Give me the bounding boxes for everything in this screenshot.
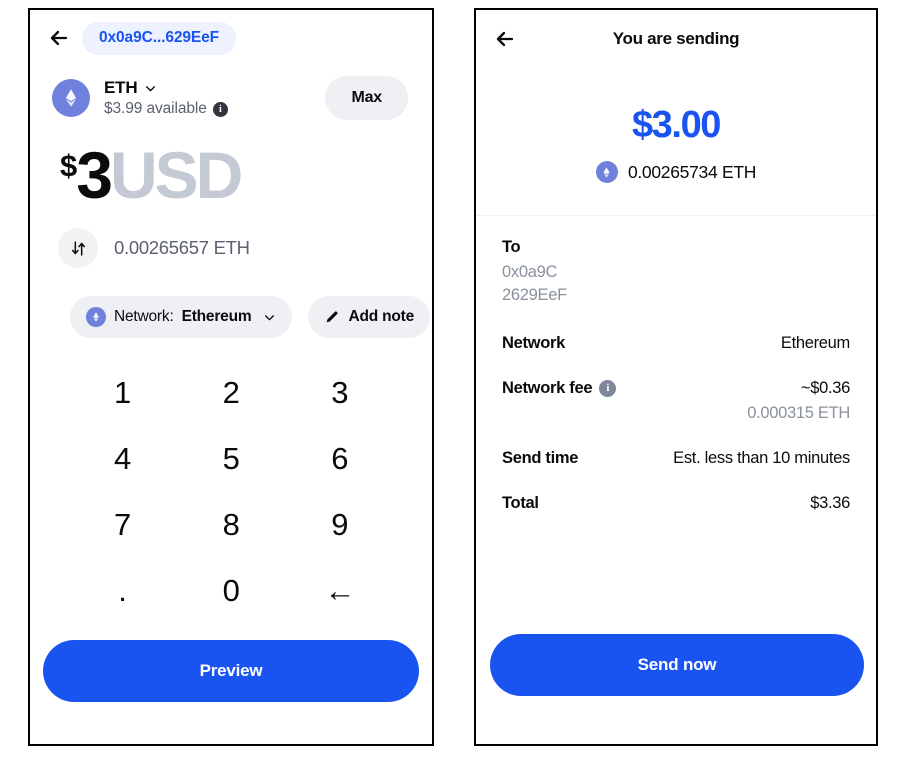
detail-label: Network xyxy=(502,333,565,352)
max-button[interactable]: Max xyxy=(325,76,408,120)
confirm-amount-crypto: 0.00265734 ETH xyxy=(627,161,757,182)
detail-value: $3.36 xyxy=(810,493,850,512)
crypto-equivalent-amount: 0.00265657 ETH xyxy=(114,237,250,258)
detail-row-network-fee: Network fee i ~$0.36 0.000315 ETH xyxy=(502,379,850,423)
key-0[interactable]: 0 xyxy=(177,558,286,624)
add-note-chip[interactable]: Add note xyxy=(308,296,431,338)
network-selector-chip[interactable]: Network: Ethereum xyxy=(70,296,293,338)
detail-row-total: Total $3.36 xyxy=(502,494,850,513)
key-backspace[interactable]: ← xyxy=(285,558,394,624)
detail-label: Send time xyxy=(502,448,579,467)
key-5[interactable]: 5 xyxy=(177,426,286,492)
ethereum-token-icon xyxy=(52,79,90,117)
info-icon[interactable]: i xyxy=(212,101,228,117)
chevron-down-icon xyxy=(265,314,275,320)
asset-info[interactable]: ETH $3.99 available i xyxy=(104,78,325,118)
asset-selector-row: ETH $3.99 available i Max xyxy=(30,66,432,120)
send-confirmation-screen: You are sending $3.00 0.00265734 ETH To xyxy=(474,8,878,746)
ethereum-token-icon xyxy=(86,307,106,327)
preview-button[interactable]: Preview xyxy=(43,640,419,702)
key-decimal[interactable]: . xyxy=(68,558,177,624)
screenshot-stage: 0x0a9C...629EeF ETH $3.99 available i Ma… xyxy=(0,0,904,766)
pencil-icon xyxy=(327,311,339,323)
amount-display[interactable]: $ 3 USD xyxy=(30,120,432,208)
detail-value: Est. less than 10 minutes xyxy=(673,448,850,467)
back-arrow-icon[interactable] xyxy=(36,26,82,50)
key-8[interactable]: 8 xyxy=(177,492,286,558)
detail-label: To xyxy=(502,238,521,256)
detail-sub-value: 0.000315 ETH xyxy=(747,403,850,422)
crypto-equivalent-row: 0.00265657 ETH xyxy=(30,208,432,268)
amount-currency-unit: USD xyxy=(109,138,243,212)
available-balance: $3.99 available xyxy=(104,100,207,117)
add-note-label: Add note xyxy=(348,308,415,325)
detail-row-send-time: Send time Est. less than 10 minutes xyxy=(502,449,850,468)
key-6[interactable]: 6 xyxy=(285,426,394,492)
asset-symbol-row[interactable]: ETH xyxy=(104,78,325,98)
key-1[interactable]: 1 xyxy=(68,360,177,426)
amount-currency-symbol: $ xyxy=(60,148,77,183)
key-4[interactable]: 4 xyxy=(68,426,177,492)
swap-vertical-icon[interactable] xyxy=(58,228,98,268)
send-screen-header: 0x0a9C...629EeF xyxy=(30,10,432,66)
detail-row-network: Network Ethereum xyxy=(502,334,850,353)
send-now-button[interactable]: Send now xyxy=(490,634,864,696)
send-amount-screen: 0x0a9C...629EeF ETH $3.99 available i Ma… xyxy=(28,8,434,746)
detail-value: Ethereum xyxy=(780,333,850,352)
ethereum-token-icon xyxy=(595,161,618,183)
options-chip-row: Network: Ethereum Add note xyxy=(30,268,432,338)
confirm-screen-header: You are sending xyxy=(476,10,876,68)
detail-label: Total xyxy=(502,493,539,512)
recipient-address-line-1: 0x0a9C xyxy=(502,263,558,281)
transaction-details-list: To 0x0a9C 2629EeF Network Ethereum Netwo… xyxy=(476,216,876,513)
detail-label: Network fee i xyxy=(502,378,617,398)
key-2[interactable]: 2 xyxy=(177,360,286,426)
available-balance-row: $3.99 available i xyxy=(104,100,325,118)
key-3[interactable]: 3 xyxy=(285,360,394,426)
confirm-amount-crypto-row: 0.00265734 ETH xyxy=(476,161,876,183)
chevron-down-icon xyxy=(146,85,156,91)
page-title: You are sending xyxy=(612,29,740,48)
detail-label-text: Network fee xyxy=(502,378,593,397)
numeric-keypad: 1 2 3 4 5 6 7 8 9 . 0 ← xyxy=(30,338,432,624)
confirm-amount-usd: $3.00 xyxy=(631,104,721,146)
network-chip-prefix: Network: xyxy=(114,308,174,325)
key-9[interactable]: 9 xyxy=(285,492,394,558)
detail-value: ~$0.36 xyxy=(800,378,850,397)
detail-row-to: To 0x0a9C 2629EeF xyxy=(502,238,850,308)
recipient-address-line-2: 2629EeF xyxy=(502,286,567,305)
network-chip-value: Ethereum xyxy=(181,308,252,325)
amount-value: 3 xyxy=(76,138,113,212)
key-7[interactable]: 7 xyxy=(68,492,177,558)
asset-symbol: ETH xyxy=(104,78,138,97)
confirm-amount-block: $3.00 0.00265734 ETH xyxy=(476,68,876,183)
info-icon[interactable]: i xyxy=(599,379,617,397)
recipient-address-pill[interactable]: 0x0a9C...629EeF xyxy=(82,21,237,55)
